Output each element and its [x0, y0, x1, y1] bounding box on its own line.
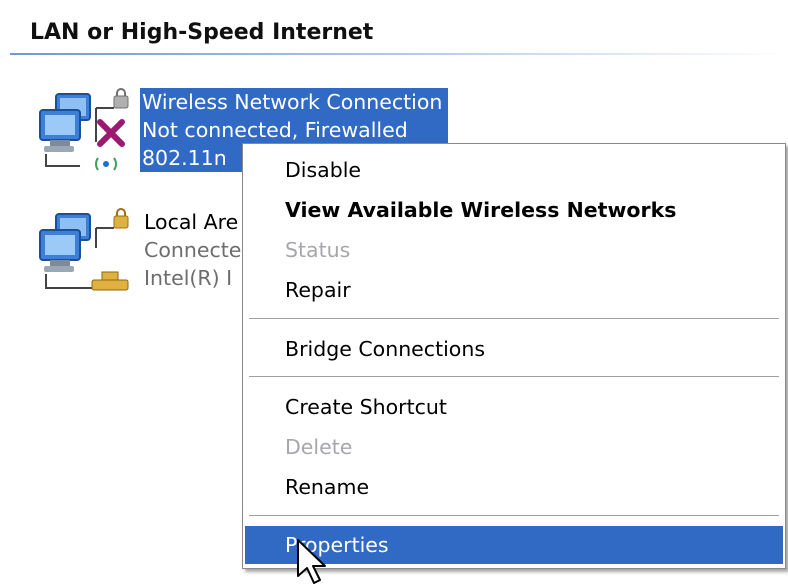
- menu-item-view-available-wireless-networks[interactable]: View Available Wireless Networks: [245, 191, 783, 229]
- context-menu: Disable View Available Wireless Networks…: [242, 143, 786, 569]
- menu-separator: [249, 376, 779, 378]
- menu-item-label: View Available Wireless Networks: [285, 198, 677, 222]
- menu-item-label: Status: [285, 238, 351, 262]
- wireless-network-icon: [39, 88, 129, 171]
- menu-item-delete: Delete: [245, 428, 783, 466]
- section-header: LAN or High-Speed Internet: [0, 0, 788, 58]
- section-divider: [10, 53, 788, 55]
- menu-item-label: Bridge Connections: [285, 337, 486, 361]
- menu-separator: [249, 515, 779, 517]
- connection-local-area-text: Local Are Connecte Intel(R) I: [142, 208, 247, 292]
- menu-item-label: Rename: [285, 475, 370, 499]
- menu-item-label: Create Shortcut: [285, 395, 447, 419]
- menu-item-bridge-connections[interactable]: Bridge Connections: [245, 330, 783, 368]
- connection-name: Wireless Network Connection: [142, 90, 443, 114]
- menu-item-label: Repair: [285, 278, 351, 302]
- arrow-pointer-icon: [297, 539, 326, 584]
- lan-network-icon: [39, 208, 129, 291]
- menu-item-create-shortcut[interactable]: Create Shortcut: [245, 388, 783, 426]
- connection-device: Intel(R) I: [144, 266, 233, 290]
- menu-item-label: Disable: [285, 158, 362, 182]
- menu-item-status: Status: [245, 231, 783, 269]
- section-title: LAN or High-Speed Internet: [30, 20, 374, 45]
- connection-name: Local Are: [144, 210, 239, 234]
- menu-item-rename[interactable]: Rename: [245, 468, 783, 506]
- connection-status: Connecte: [144, 238, 242, 262]
- menu-separator: [249, 318, 779, 320]
- menu-item-repair[interactable]: Repair: [245, 271, 783, 309]
- connection-status: Not connected, Firewalled: [142, 118, 408, 142]
- connection-local-area[interactable]: Local Are Connecte Intel(R) I: [36, 208, 246, 298]
- menu-item-disable[interactable]: Disable: [245, 151, 783, 189]
- menu-item-label: Delete: [285, 435, 353, 459]
